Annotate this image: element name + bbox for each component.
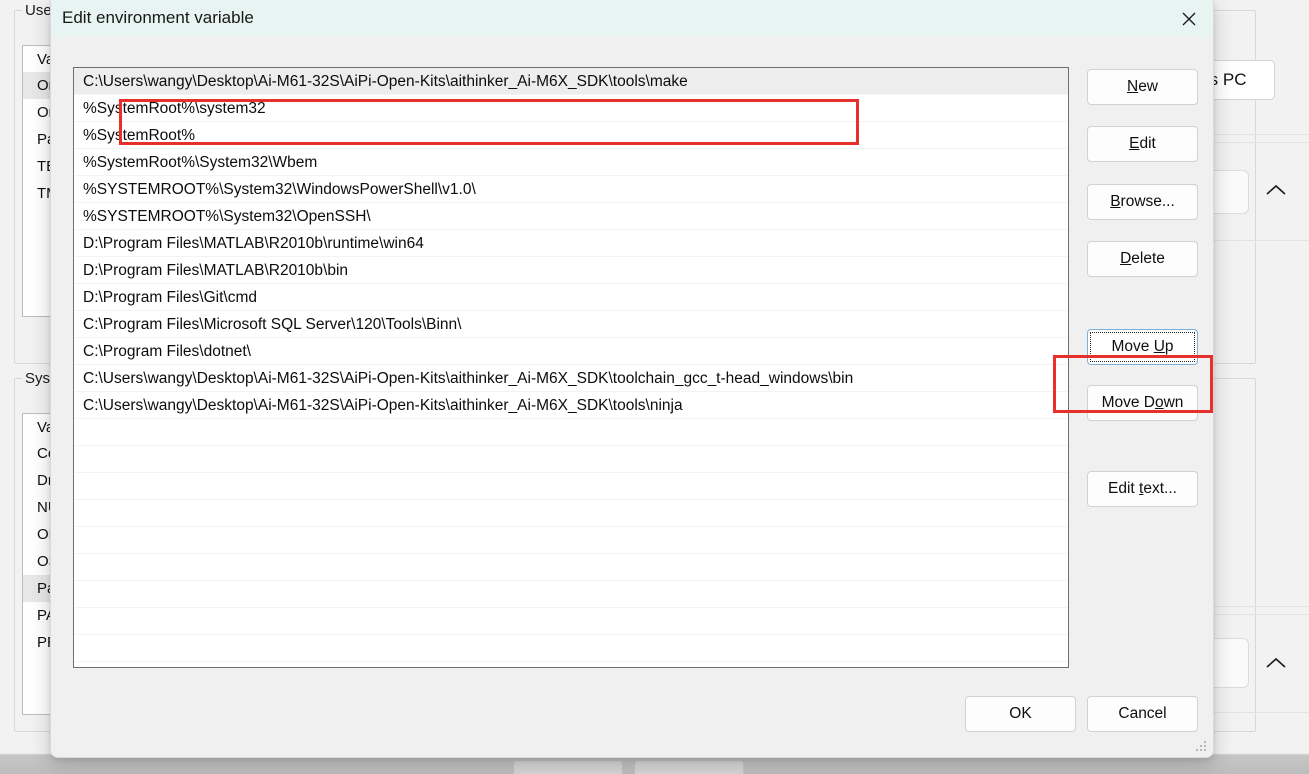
delete-button-label: Delete xyxy=(1120,250,1165,267)
accelerator-char: o xyxy=(1154,394,1164,411)
accelerator-char: E xyxy=(1129,135,1140,152)
new-button-label: New xyxy=(1126,78,1159,95)
screen: User Va On On Pa TE TM Syste Va Co Dr NU… xyxy=(0,0,1309,774)
path-list-empty-row[interactable] xyxy=(74,527,1068,554)
path-list-empty-row[interactable] xyxy=(74,608,1068,635)
edit-text-button-label: Edit text... xyxy=(1108,480,1177,497)
path-list-item[interactable]: C:\Users\wangy\Desktop\Ai-M61-32S\AiPi-O… xyxy=(74,365,1068,392)
path-entries-listbox[interactable]: C:\Users\wangy\Desktop\Ai-M61-32S\AiPi-O… xyxy=(73,67,1069,668)
move-up-button[interactable]: Move Up xyxy=(1087,329,1198,365)
path-list-empty-row[interactable] xyxy=(74,419,1068,446)
path-list-item[interactable]: D:\Program Files\Git\cmd xyxy=(74,284,1068,311)
path-list-item[interactable]: C:\Program Files\Microsoft SQL Server\12… xyxy=(74,311,1068,338)
path-list-item[interactable]: C:\Users\wangy\Desktop\Ai-M61-32S\AiPi-O… xyxy=(74,392,1068,419)
edit-button-label: Edit xyxy=(1129,135,1156,152)
edit-environment-variable-dialog: Edit environment variable C:\Users\wangy… xyxy=(50,0,1214,758)
divider xyxy=(1213,712,1309,713)
path-list-item[interactable]: %SystemRoot% xyxy=(74,122,1068,149)
divider xyxy=(1213,142,1309,143)
new-button[interactable]: New xyxy=(1087,69,1198,105)
background-ok-button[interactable] xyxy=(513,760,623,774)
path-list-item[interactable]: D:\Program Files\MATLAB\R2010b\bin xyxy=(74,257,1068,284)
ok-button[interactable]: OK xyxy=(965,696,1076,732)
edit-text-button[interactable]: Edit text... xyxy=(1087,471,1198,507)
background-cancel-button[interactable] xyxy=(634,760,744,774)
path-list-empty-row[interactable] xyxy=(74,500,1068,527)
divider xyxy=(1213,614,1309,615)
dialog-title: Edit environment variable xyxy=(62,8,254,27)
cancel-button[interactable]: Cancel xyxy=(1087,696,1198,732)
chevron-up-icon[interactable] xyxy=(1262,649,1290,677)
path-list-empty-row[interactable] xyxy=(74,446,1068,473)
path-list-item[interactable]: %SYSTEMROOT%\System32\OpenSSH\ xyxy=(74,203,1068,230)
path-list-empty-row[interactable] xyxy=(74,581,1068,608)
dialog-titlebar: Edit environment variable xyxy=(51,0,1213,37)
resize-grip[interactable] xyxy=(1196,741,1208,753)
accelerator-char: D xyxy=(1120,250,1132,267)
edit-button[interactable]: Edit xyxy=(1087,126,1198,162)
browse-button-label: Browse... xyxy=(1110,193,1175,210)
path-list-item[interactable]: C:\Program Files\dotnet\ xyxy=(74,338,1068,365)
close-icon[interactable] xyxy=(1165,0,1213,37)
accelerator-char: B xyxy=(1110,193,1121,210)
path-list-item[interactable]: %SystemRoot%\system32 xyxy=(74,95,1068,122)
path-list-empty-row[interactable] xyxy=(74,554,1068,581)
path-list-item[interactable]: C:\Users\wangy\Desktop\Ai-M61-32S\AiPi-O… xyxy=(74,68,1068,95)
divider xyxy=(1213,606,1309,607)
delete-button[interactable]: Delete xyxy=(1087,241,1198,277)
divider xyxy=(1213,240,1309,241)
path-list-item[interactable]: D:\Program Files\MATLAB\R2010b\runtime\w… xyxy=(74,230,1068,257)
chevron-up-icon[interactable] xyxy=(1262,176,1290,204)
accelerator-char: U xyxy=(1153,338,1165,355)
path-list-empty-row[interactable] xyxy=(74,635,1068,662)
browse-button[interactable]: Browse... xyxy=(1087,184,1198,220)
move-down-button[interactable]: Move Down xyxy=(1087,385,1198,421)
path-list-item[interactable]: %SystemRoot%\System32\Wbem xyxy=(74,149,1068,176)
divider xyxy=(1213,134,1309,135)
move-down-button-label: Move Down xyxy=(1101,394,1184,411)
accelerator-char: N xyxy=(1126,78,1139,95)
path-list-empty-row[interactable] xyxy=(74,473,1068,500)
move-up-button-label: Move Up xyxy=(1111,338,1174,355)
dialog-body: C:\Users\wangy\Desktop\Ai-M61-32S\AiPi-O… xyxy=(51,37,1213,757)
path-list-item[interactable]: %SYSTEMROOT%\System32\WindowsPowerShell\… xyxy=(74,176,1068,203)
